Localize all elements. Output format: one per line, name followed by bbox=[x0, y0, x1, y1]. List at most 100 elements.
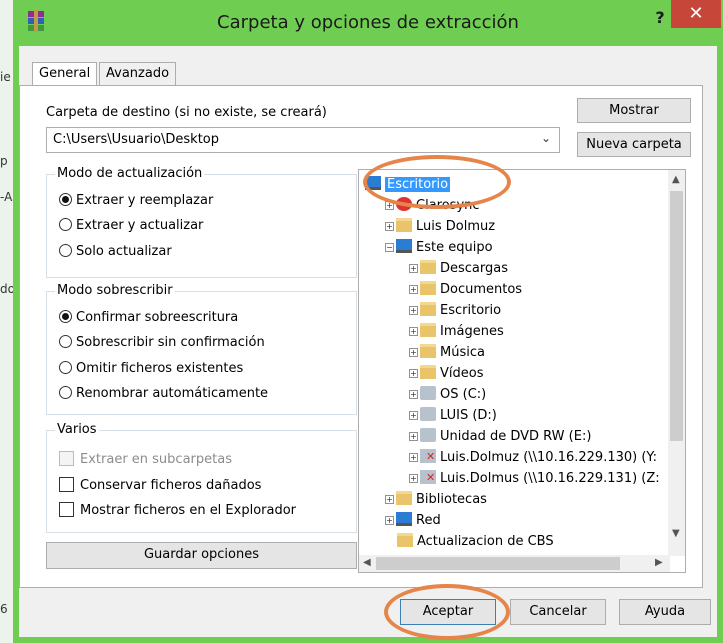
background-text: p bbox=[0, 154, 8, 168]
scroll-up-icon[interactable]: ▲ bbox=[672, 174, 680, 185]
dvd-drive-icon bbox=[420, 428, 436, 442]
expand-icon[interactable]: + bbox=[385, 495, 394, 504]
tree-node[interactable]: + Documentos bbox=[409, 280, 522, 300]
expand-icon[interactable]: + bbox=[409, 264, 418, 273]
background-window bbox=[0, 0, 14, 643]
horizontal-scrollbar[interactable]: ◀ ▶ bbox=[359, 555, 670, 572]
overwrite-mode-group: Modo sobrescribir Confirmar sobreescritu… bbox=[46, 283, 357, 415]
radio-extract-replace[interactable]: Extraer y reemplazar bbox=[59, 193, 213, 208]
expand-icon[interactable]: + bbox=[409, 453, 418, 462]
tree-node[interactable]: + Descargas bbox=[409, 259, 508, 279]
radio-icon[interactable] bbox=[59, 361, 72, 374]
expand-icon[interactable]: + bbox=[385, 222, 394, 231]
window-title: Carpeta y opciones de extracción bbox=[217, 12, 519, 33]
radio-selected-icon[interactable] bbox=[59, 193, 72, 206]
vertical-scrollbar[interactable]: ▲ ▼ bbox=[668, 170, 685, 556]
folder-icon bbox=[420, 323, 436, 337]
folder-icon bbox=[397, 533, 413, 547]
expand-icon[interactable]: + bbox=[409, 369, 418, 378]
checkbox-icon bbox=[59, 451, 74, 466]
tree-node[interactable]: + Bibliotecas bbox=[385, 490, 487, 510]
scroll-right-icon[interactable]: ▶ bbox=[655, 557, 663, 568]
tree-node[interactable]: + Red bbox=[385, 511, 441, 531]
computer-icon bbox=[396, 239, 412, 253]
collapse-icon[interactable]: − bbox=[385, 243, 394, 252]
misc-group: Varios Extraer en subcarpetas Conservar … bbox=[46, 422, 357, 533]
chevron-down-icon[interactable]: ⌄ bbox=[541, 131, 551, 145]
folder-icon bbox=[420, 281, 436, 295]
radio-overwrite-silently[interactable]: Sobrescribir sin confirmación bbox=[59, 335, 265, 350]
radio-confirm-overwrite[interactable]: Confirmar sobreescritura bbox=[59, 310, 238, 325]
annotation-circle bbox=[363, 155, 511, 209]
tree-node[interactable]: + OS (C:) bbox=[409, 385, 486, 405]
tree-node[interactable]: +Luis.Dolmus (\\10.16.229.131) (Z: bbox=[409, 469, 660, 489]
tree-node[interactable]: + Escritorio bbox=[409, 301, 501, 321]
update-mode-title: Modo de actualización bbox=[55, 166, 205, 181]
drive-icon bbox=[420, 386, 436, 400]
network-drive-icon bbox=[420, 449, 436, 463]
destination-combo[interactable]: C:\Users\Usuario\Desktop ⌄ bbox=[46, 127, 560, 153]
checkbox-extract-subfolders: Extraer en subcarpetas bbox=[59, 451, 232, 467]
background-text: 6 bbox=[0, 602, 8, 616]
destination-value: C:\Users\Usuario\Desktop bbox=[53, 132, 220, 147]
expand-icon[interactable]: + bbox=[409, 306, 418, 315]
help-button[interactable]: Ayuda bbox=[619, 599, 711, 625]
expand-icon[interactable]: + bbox=[409, 348, 418, 357]
new-folder-button[interactable]: Nueva carpeta bbox=[577, 132, 691, 157]
folder-icon bbox=[420, 344, 436, 358]
destination-label: Carpeta de destino (si no existe, se cre… bbox=[46, 105, 327, 120]
network-drive-icon bbox=[420, 470, 436, 484]
tree-node[interactable]: Actualizacion de CBS bbox=[397, 532, 554, 552]
expand-icon[interactable]: + bbox=[409, 285, 418, 294]
radio-extract-update[interactable]: Extraer y actualizar bbox=[59, 218, 203, 233]
close-button[interactable]: ✕ bbox=[671, 0, 721, 28]
title-bar[interactable]: Carpeta y opciones de extracción ? ✕ bbox=[13, 0, 723, 46]
radio-auto-rename[interactable]: Renombrar automáticamente bbox=[59, 386, 268, 401]
scroll-down-icon[interactable]: ▼ bbox=[672, 528, 680, 539]
tree-node[interactable]: + Música bbox=[409, 343, 485, 363]
checkbox-icon[interactable] bbox=[59, 477, 74, 492]
radio-icon[interactable] bbox=[59, 218, 72, 231]
user-folder-icon bbox=[396, 218, 412, 232]
radio-icon[interactable] bbox=[59, 386, 72, 399]
update-mode-group: Modo de actualización Extraer y reemplaz… bbox=[46, 166, 357, 278]
radio-skip-existing[interactable]: Omitir ficheros existentes bbox=[59, 361, 243, 376]
tree-node[interactable]: − Este equipo bbox=[385, 238, 493, 258]
tree-node[interactable]: + Unidad de DVD RW (E:) bbox=[409, 427, 591, 447]
expand-icon[interactable]: + bbox=[409, 327, 418, 336]
drive-icon bbox=[420, 407, 436, 421]
tree-node[interactable]: + Imágenes bbox=[409, 322, 504, 342]
tree-node[interactable]: + Luis Dolmuz bbox=[385, 217, 495, 237]
tab-avanzado[interactable]: Avanzado bbox=[99, 62, 177, 86]
expand-icon[interactable]: + bbox=[409, 411, 418, 420]
tree-node[interactable]: +Luis.Dolmuz (\\10.16.229.130) (Y: bbox=[409, 448, 657, 468]
overwrite-mode-title: Modo sobrescribir bbox=[55, 283, 175, 298]
expand-icon[interactable]: + bbox=[409, 432, 418, 441]
tree-node[interactable]: + LUIS (D:) bbox=[409, 406, 497, 426]
radio-icon[interactable] bbox=[59, 335, 72, 348]
radio-update-only[interactable]: Solo actualizar bbox=[59, 244, 172, 259]
checkbox-show-in-explorer[interactable]: Mostrar ficheros en el Explorador bbox=[59, 502, 296, 518]
folder-tree[interactable]: Escritorio + Clarosync + Luis Dolmuz − Este… bbox=[358, 169, 686, 573]
folder-icon bbox=[420, 260, 436, 274]
scroll-left-icon[interactable]: ◀ bbox=[363, 557, 371, 568]
background-text: ie bbox=[0, 70, 11, 84]
background-text: -A bbox=[0, 190, 13, 204]
scroll-thumb[interactable] bbox=[376, 557, 620, 570]
show-button[interactable]: Mostrar bbox=[577, 98, 691, 123]
save-options-button[interactable]: Guardar opciones bbox=[46, 542, 357, 569]
tree-node[interactable]: + Vídeos bbox=[409, 364, 483, 384]
radio-selected-icon[interactable] bbox=[59, 310, 72, 323]
expand-icon[interactable]: + bbox=[409, 474, 418, 483]
expand-icon[interactable]: + bbox=[409, 390, 418, 399]
checkbox-icon[interactable] bbox=[59, 502, 74, 517]
checkbox-keep-broken[interactable]: Conservar ficheros dañados bbox=[59, 477, 261, 493]
scroll-thumb[interactable] bbox=[670, 191, 683, 441]
radio-icon[interactable] bbox=[59, 244, 72, 257]
folder-icon bbox=[396, 491, 412, 505]
misc-title: Varios bbox=[55, 422, 99, 437]
cancel-button[interactable]: Cancelar bbox=[510, 599, 606, 625]
folder-icon bbox=[420, 365, 436, 379]
help-icon[interactable]: ? bbox=[646, 8, 674, 30]
expand-icon[interactable]: + bbox=[385, 516, 394, 525]
